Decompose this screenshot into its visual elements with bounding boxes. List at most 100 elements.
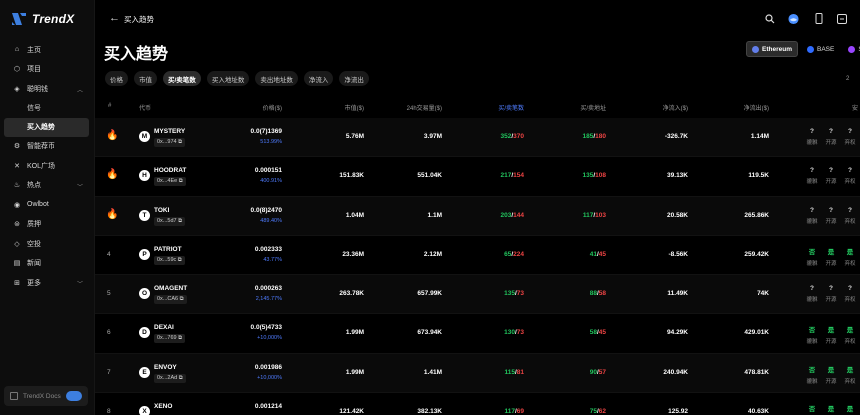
token-address[interactable]: 0x...2Ad ⧉ bbox=[154, 373, 186, 383]
table-row[interactable]: 4 P PATRIOT 0x...59c ⧉ 0.002333 43.77% 23.36M 2… bbox=[95, 236, 860, 276]
chain-tab[interactable]: BASE bbox=[802, 41, 839, 57]
main-content: ← 买入趋势 买入趋势 EthereumBASESo 价格市值买/卖笔数买入地址… bbox=[95, 0, 860, 415]
buy-addresses: 75 bbox=[589, 408, 597, 415]
security-value: 否 bbox=[808, 406, 816, 414]
token-address[interactable]: 0x...4Ee ⧉ bbox=[154, 177, 186, 187]
token-name[interactable]: ENVOY bbox=[154, 364, 177, 371]
col-volume[interactable]: 24h交易量($) bbox=[407, 103, 442, 112]
globe-avatar-icon[interactable] bbox=[788, 13, 799, 24]
buy-count: 130 bbox=[504, 329, 515, 337]
settings-icon[interactable] bbox=[836, 13, 847, 24]
sidebar-item[interactable]: ◉ Owlbot bbox=[0, 195, 95, 215]
sidebar-item[interactable]: ⊜ 质押 bbox=[0, 215, 95, 235]
chain-label: Ethereum bbox=[762, 45, 792, 53]
table-row[interactable]: 6 D DEXAI 0x...769 ⧉ 0.0(5)4733 +10,000% 1.99M… bbox=[95, 314, 860, 354]
col-net-in[interactable]: 净流入($) bbox=[663, 103, 688, 112]
docs-link[interactable]: TrendX Docs bbox=[4, 386, 88, 406]
table-row[interactable]: 🔥 M MYSTERY 0x...974 ⧉ 0.0(7)1369 513.99% 5.76… bbox=[95, 118, 860, 158]
breadcrumb: 买入趋势 bbox=[124, 15, 154, 24]
token-address[interactable]: 0x...974 ⧉ bbox=[154, 138, 186, 147]
security-item: ? 开源 bbox=[823, 167, 839, 185]
filter-chip[interactable]: 净流出 bbox=[339, 71, 369, 86]
sidebar-subitem[interactable]: 买入趋势 bbox=[4, 117, 89, 137]
token-address[interactable]: 0x...769 ⧉ bbox=[154, 334, 186, 344]
copy-icon[interactable]: ⧉ bbox=[177, 139, 182, 145]
chain-tab[interactable]: Ethereum bbox=[746, 41, 798, 57]
copy-icon[interactable]: ⧉ bbox=[177, 335, 182, 341]
sidebar-subitem[interactable]: 信号 bbox=[0, 99, 95, 118]
price-change: 513.99% bbox=[260, 139, 282, 145]
token-name[interactable]: PATRIOT bbox=[154, 246, 182, 253]
security-label: 貔貅 bbox=[806, 140, 818, 146]
token-avatar: T bbox=[139, 209, 150, 221]
sidebar-item[interactable]: ⊞ 更多 ﹀ bbox=[0, 273, 95, 293]
mobile-icon[interactable] bbox=[813, 13, 824, 24]
copy-icon[interactable]: ⧉ bbox=[177, 218, 182, 224]
buy-sell-count: 203/144 bbox=[500, 212, 524, 219]
copy-icon[interactable]: ⧉ bbox=[177, 375, 183, 381]
net-inflow: 94.29K bbox=[667, 329, 688, 337]
table-row[interactable]: 🔥 T TOKI 0x...5d7 ⧉ 0.0(8)2470 489.40% 1.04M 1.… bbox=[95, 196, 860, 236]
col-mcap[interactable]: 市值($) bbox=[345, 103, 364, 112]
security-item: 否貔貅 bbox=[804, 324, 820, 345]
sidebar-item[interactable]: ⬡ 项目 bbox=[0, 60, 95, 80]
security-item: ? 弃权 bbox=[842, 285, 858, 303]
market-cap: 23.36M bbox=[342, 250, 364, 258]
buy-sell-addresses: 135/108 bbox=[582, 172, 606, 179]
copy-icon[interactable]: ⧉ bbox=[178, 296, 184, 302]
back-arrow-icon[interactable]: ← bbox=[109, 12, 120, 24]
table-row[interactable]: 5 O OMAGENT 0x...CA6 ⧉ 0.000263 2,145.77% 263.… bbox=[95, 275, 860, 315]
filter-chip[interactable]: 市值 bbox=[134, 71, 157, 86]
token-address[interactable]: 0x...CA6 ⧉ bbox=[154, 295, 187, 305]
col-buy-sell[interactable]: 买/卖笔数 bbox=[498, 103, 524, 112]
col-price[interactable]: 价格($) bbox=[263, 103, 282, 112]
sidebar-item[interactable]: ⚙ 智能荐币 bbox=[0, 137, 95, 157]
sidebar-item[interactable]: ▤ 新闻 bbox=[0, 254, 95, 274]
sidebar-item[interactable]: ◇ 空投 bbox=[0, 234, 95, 254]
theme-toggle[interactable] bbox=[66, 391, 82, 401]
copy-icon[interactable]: ⧉ bbox=[177, 178, 183, 184]
token-address[interactable]: 0x...5d7 ⧉ bbox=[154, 216, 186, 226]
net-outflow: 1.14M bbox=[750, 133, 769, 140]
col-net-out[interactable]: 净流出($) bbox=[744, 103, 769, 112]
search-icon[interactable] bbox=[764, 13, 775, 24]
filter-chip[interactable]: 卖出地址数 bbox=[255, 71, 298, 86]
table-row[interactable]: 🔥 H HOODRAT 0x...4Ee ⧉ 0.000151 400.91% 151.83… bbox=[95, 157, 860, 197]
sidebar-item[interactable]: ♨ 热点 ﹀ bbox=[0, 176, 95, 196]
filter-chip[interactable]: 净流入 bbox=[303, 71, 334, 86]
token-name[interactable]: TOKI bbox=[154, 207, 169, 214]
buy-addresses: 90 bbox=[589, 368, 597, 376]
table-row[interactable]: 7 E ENVOY 0x...2Ad ⧉ 0.001986 +10,000% 1.99M 1.… bbox=[95, 353, 860, 394]
token-name[interactable]: MYSTERY bbox=[154, 128, 185, 135]
sidebar-item[interactable]: ✕ KOL广场 bbox=[0, 156, 95, 176]
row-rank: 4 bbox=[107, 250, 111, 258]
token-address[interactable]: 0x...59c ⧉ bbox=[154, 255, 185, 265]
sell-addresses: 180 bbox=[595, 133, 606, 140]
filter-chip[interactable]: 价格 bbox=[105, 71, 128, 86]
token-name[interactable]: HOODRAT bbox=[154, 167, 186, 174]
net-inflow: 39.13K bbox=[667, 172, 688, 180]
sell-addresses: 45 bbox=[598, 250, 606, 258]
security-item: ? 开源 bbox=[823, 128, 839, 146]
copy-icon[interactable]: ⧉ bbox=[176, 257, 182, 263]
token-name[interactable]: OMAGENT bbox=[154, 285, 187, 292]
security-item: 是开源 bbox=[823, 364, 839, 385]
col-buy-sell-addr[interactable]: 买/卖地址 bbox=[580, 103, 606, 112]
token-name[interactable]: XENO bbox=[154, 403, 172, 410]
flame-icon: 🔥 bbox=[106, 208, 119, 220]
security-value: ? bbox=[829, 128, 833, 135]
sell-count: 73 bbox=[516, 329, 524, 337]
security-item: ? 貔貅 bbox=[804, 167, 820, 185]
filter-chip[interactable]: 买入地址数 bbox=[206, 71, 250, 86]
sidebar-item[interactable]: ◈ 聪明钱 ︿ bbox=[0, 79, 95, 99]
chain-tab[interactable]: So bbox=[843, 41, 860, 57]
buy-addresses: 41 bbox=[589, 250, 597, 258]
security-label: 开源 bbox=[825, 218, 837, 225]
token-name[interactable]: DEXAI bbox=[154, 324, 174, 331]
price-value: 0.000263 bbox=[254, 285, 282, 293]
app-logo[interactable]: TrendX bbox=[11, 12, 74, 26]
sidebar-item[interactable]: ⌂ 主页 bbox=[0, 40, 95, 60]
row-rank: 7 bbox=[107, 368, 111, 376]
filter-chip[interactable]: 买/卖笔数 bbox=[163, 71, 201, 86]
table-row[interactable]: 8 X XENO 0.001214 121.42K 382.13K 117/69 75/62 1… bbox=[95, 393, 860, 415]
